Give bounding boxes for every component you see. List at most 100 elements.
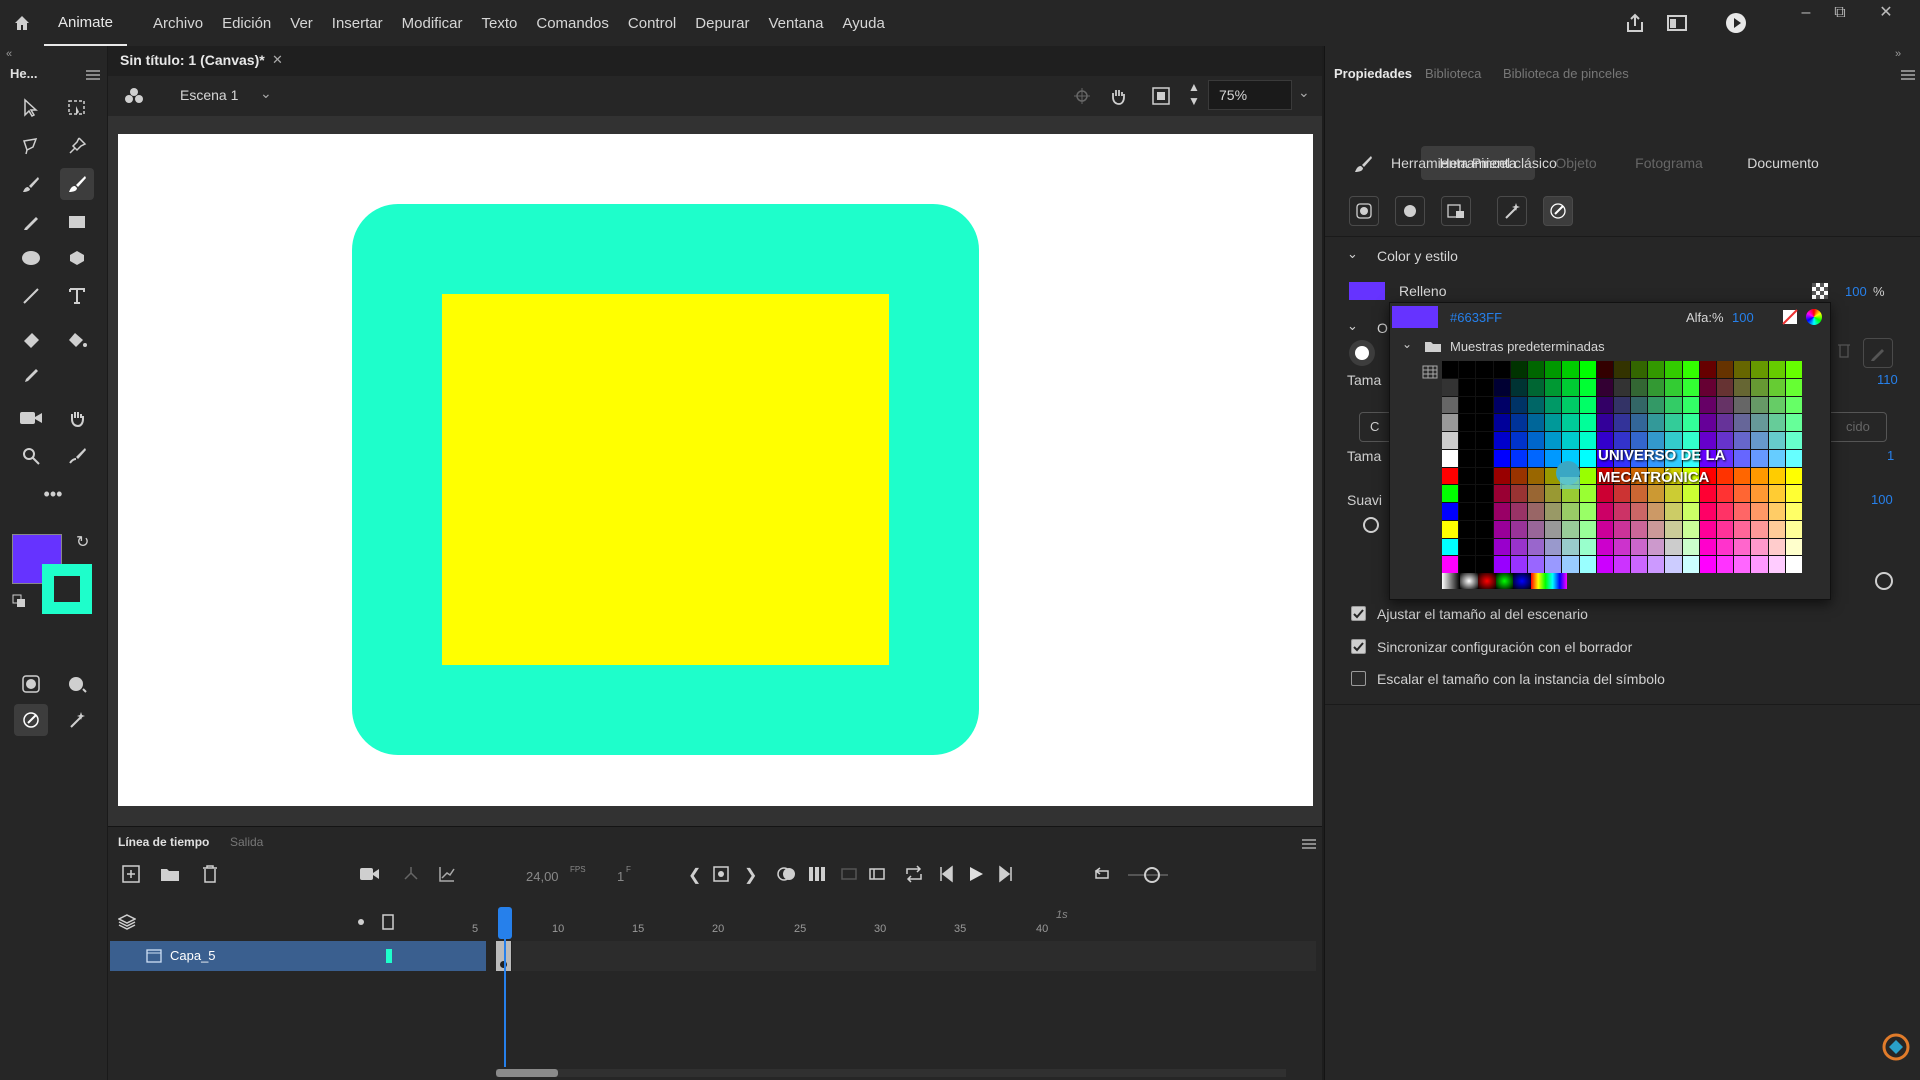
- color-swatch[interactable]: [1527, 538, 1545, 556]
- panel-menu-icon[interactable]: [86, 68, 100, 84]
- color-swatch[interactable]: [1751, 467, 1768, 485]
- tab-timeline[interactable]: Línea de tiempo: [118, 835, 209, 849]
- loop-icon[interactable]: [904, 865, 924, 886]
- color-swatch[interactable]: [1665, 485, 1682, 502]
- default-colors-icon[interactable]: [12, 594, 26, 611]
- color-swatch[interactable]: [1665, 378, 1682, 396]
- color-swatch[interactable]: [1682, 378, 1699, 396]
- color-swatch[interactable]: [1510, 449, 1527, 467]
- gradient-swatches[interactable]: [1442, 573, 1568, 589]
- color-swatch[interactable]: [1768, 538, 1785, 556]
- graph-icon[interactable]: [438, 865, 456, 886]
- color-swatch[interactable]: [1545, 520, 1562, 538]
- color-swatch[interactable]: [1631, 556, 1648, 573]
- color-swatch[interactable]: [1476, 485, 1493, 502]
- yellow-rectangle[interactable]: [442, 294, 889, 665]
- no-color-button-icon[interactable]: [1782, 309, 1798, 328]
- color-swatch[interactable]: [1613, 538, 1631, 556]
- color-swatch[interactable]: [1442, 556, 1459, 573]
- color-swatch[interactable]: [1648, 556, 1665, 573]
- color-swatch[interactable]: [1785, 432, 1802, 449]
- color-swatch[interactable]: [1734, 556, 1751, 573]
- smoothing-slider-handle[interactable]: [1875, 572, 1893, 590]
- color-swatch[interactable]: [1699, 414, 1717, 431]
- color-swatch[interactable]: [1562, 378, 1579, 396]
- color-swatch[interactable]: [1751, 485, 1768, 502]
- color-swatch[interactable]: [1562, 432, 1579, 449]
- color-swatch[interactable]: [1785, 556, 1802, 573]
- tab-library[interactable]: Biblioteca: [1425, 66, 1481, 81]
- color-swatch[interactable]: [1699, 556, 1717, 573]
- color-swatch[interactable]: [1527, 467, 1545, 485]
- color-picker-icon[interactable]: [1806, 309, 1822, 325]
- color-swatch[interactable]: [1442, 520, 1459, 538]
- color-swatch[interactable]: [1476, 503, 1493, 520]
- color-swatch[interactable]: [1459, 378, 1476, 396]
- color-swatch[interactable]: [1768, 520, 1785, 538]
- object-drawing-icon[interactable]: [14, 668, 48, 700]
- color-swatch[interactable]: [1648, 503, 1665, 520]
- tilt-toggle-icon[interactable]: [1497, 196, 1527, 226]
- color-swatch[interactable]: [1562, 396, 1579, 414]
- color-swatch[interactable]: [1493, 556, 1510, 573]
- color-swatch[interactable]: [1613, 556, 1631, 573]
- edit-multiple-frames-icon[interactable]: [808, 865, 826, 886]
- color-swatch[interactable]: [1442, 538, 1459, 556]
- onion-skin-icon[interactable]: [776, 865, 798, 886]
- color-swatch[interactable]: [1476, 520, 1493, 538]
- color-swatch[interactable]: [1768, 378, 1785, 396]
- collapse-icon[interactable]: «: [6, 48, 12, 60]
- color-swatch[interactable]: [1527, 396, 1545, 414]
- menu-ayuda[interactable]: Ayuda: [843, 15, 885, 32]
- color-swatch[interactable]: [1734, 520, 1751, 538]
- tab-brush-library[interactable]: Biblioteca de pinceles: [1503, 66, 1629, 81]
- color-swatch[interactable]: [1785, 538, 1802, 556]
- color-swatch[interactable]: [1751, 378, 1768, 396]
- selection-tool-icon[interactable]: [14, 92, 48, 124]
- color-swatch[interactable]: [1493, 449, 1510, 467]
- loop-playback-icon[interactable]: [1092, 865, 1112, 886]
- menu-depurar[interactable]: Depurar: [695, 15, 749, 32]
- color-swatch[interactable]: [1510, 538, 1527, 556]
- trash-icon[interactable]: [1837, 342, 1851, 361]
- color-swatch[interactable]: [1459, 449, 1476, 467]
- color-swatch[interactable]: [1562, 361, 1579, 378]
- polystar-tool-icon[interactable]: [60, 242, 94, 274]
- color-swatch[interactable]: [1493, 361, 1510, 378]
- test-movie-icon[interactable]: [1724, 11, 1748, 38]
- color-swatch[interactable]: [1596, 538, 1613, 556]
- color-swatch[interactable]: [1493, 467, 1510, 485]
- color-swatch[interactable]: [1527, 520, 1545, 538]
- no-color-icon[interactable]: [1811, 282, 1829, 303]
- checkbox-fit-stage-label[interactable]: Ajustar el tamaño al del escenario: [1377, 606, 1588, 622]
- color-swatch[interactable]: [1699, 503, 1717, 520]
- scene-icon[interactable]: [124, 86, 144, 109]
- color-swatch[interactable]: [1596, 520, 1613, 538]
- layer-row[interactable]: Capa_5: [110, 941, 486, 971]
- color-swatch[interactable]: [1751, 538, 1768, 556]
- tab-document[interactable]: Documento: [1725, 146, 1841, 180]
- color-swatch[interactable]: [1596, 503, 1613, 520]
- zoom-dropdown-icon[interactable]: ⌄: [1298, 84, 1310, 101]
- color-swatch[interactable]: [1785, 414, 1802, 431]
- color-swatch[interactable]: [1682, 503, 1699, 520]
- insert-blank-keyframe-icon[interactable]: [868, 865, 886, 886]
- color-swatch[interactable]: [1493, 414, 1510, 431]
- size-value[interactable]: 110: [1877, 372, 1898, 387]
- color-swatch[interactable]: [1596, 378, 1613, 396]
- fps-value[interactable]: 24,00: [526, 869, 559, 884]
- eyedropper-tool-icon[interactable]: [14, 360, 48, 392]
- color-swatch[interactable]: [1510, 432, 1527, 449]
- object-drawing-toggle-icon[interactable]: [1349, 196, 1379, 226]
- play-icon[interactable]: [968, 865, 984, 886]
- color-swatch[interactable]: [1717, 485, 1734, 502]
- color-swatch[interactable]: [1665, 396, 1682, 414]
- color-swatch[interactable]: [1751, 361, 1768, 378]
- color-swatch[interactable]: [1459, 556, 1476, 573]
- color-swatch[interactable]: [1734, 414, 1751, 431]
- color-swatch[interactable]: [1613, 396, 1631, 414]
- menu-texto[interactable]: Texto: [482, 15, 518, 32]
- checkbox-sync-eraser[interactable]: [1351, 639, 1366, 654]
- tab-frame[interactable]: Fotograma: [1621, 146, 1717, 180]
- oval-tool-icon[interactable]: [14, 242, 48, 274]
